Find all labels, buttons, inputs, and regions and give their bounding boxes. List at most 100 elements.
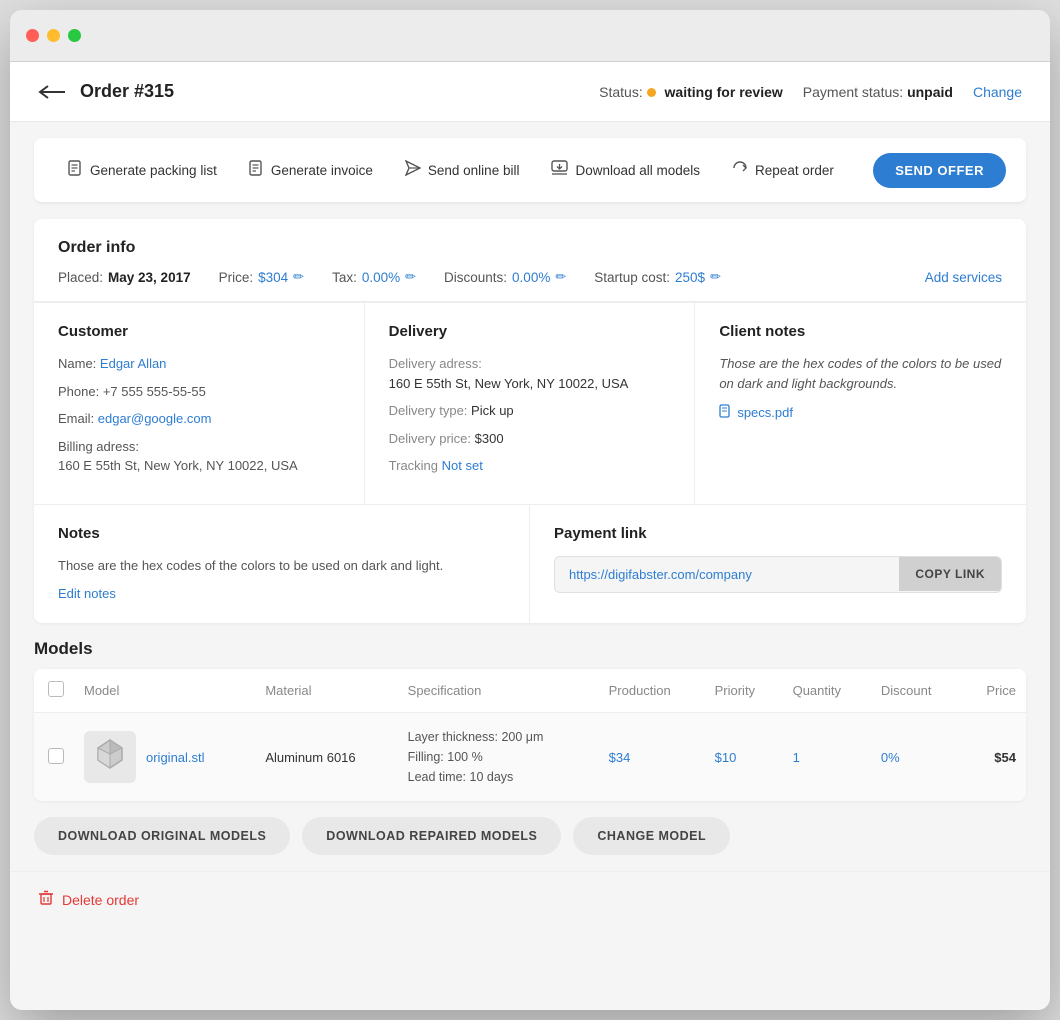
price-edit-icon[interactable]: ✏ (293, 269, 304, 285)
delivery-price-label: Delivery price: (389, 431, 471, 446)
three-col-section: Customer Name: Edgar Allan Phone: +7 555… (34, 302, 1026, 504)
priority-cell: $10 (705, 713, 783, 802)
customer-billing-row: Billing adress: 160 E 55th St, New York,… (58, 437, 340, 476)
priority-value[interactable]: $10 (715, 750, 737, 765)
edit-notes-link[interactable]: Edit notes (58, 586, 116, 601)
notes-section: Notes Those are the hex codes of the col… (34, 505, 530, 624)
generate-packing-list-label: Generate packing list (90, 163, 217, 178)
discount-value[interactable]: 0% (881, 750, 900, 765)
delivery-type-value: Pick up (471, 403, 514, 418)
price-cell: $54 (962, 713, 1026, 802)
repeat-order-button[interactable]: Repeat order (718, 152, 848, 188)
startup-cost-label: Startup cost: (594, 270, 670, 285)
fullscreen-button[interactable] (68, 29, 81, 42)
send-icon (405, 160, 421, 180)
tax-edit-icon[interactable]: ✏ (405, 269, 416, 285)
select-all-checkbox[interactable] (48, 681, 64, 697)
download-original-models-button[interactable]: DOWNLOAD ORIGINAL MODELS (34, 817, 290, 855)
download-icon (551, 160, 568, 180)
priority-column-header: Priority (705, 669, 783, 713)
discount-column-header: Discount (871, 669, 962, 713)
tax-value[interactable]: 0.00% (362, 270, 400, 285)
discount-cell: 0% (871, 713, 962, 802)
generate-invoice-label: Generate invoice (271, 163, 373, 178)
bottom-buttons: DOWNLOAD ORIGINAL MODELS DOWNLOAD REPAIR… (34, 817, 1026, 855)
placed-label: Placed: (58, 270, 103, 285)
price-value[interactable]: $304 (258, 270, 288, 285)
quantity-value[interactable]: 1 (793, 750, 800, 765)
delete-section: Delete order (10, 871, 1050, 927)
header-right: Status: waiting for review Payment statu… (599, 84, 1022, 100)
send-offer-button[interactable]: SEND OFFER (873, 153, 1006, 188)
discounts-label: Discounts: (444, 270, 507, 285)
payment-section: Payment link https://digifabster.com/com… (530, 505, 1026, 624)
document-icon (719, 404, 732, 421)
client-notes-title: Client notes (719, 323, 1002, 340)
send-online-bill-button[interactable]: Send online bill (391, 152, 534, 188)
discounts-value[interactable]: 0.00% (512, 270, 550, 285)
generate-packing-list-button[interactable]: Generate packing list (54, 152, 231, 188)
status-value: waiting for review (665, 84, 783, 100)
page-title: Order #315 (80, 81, 174, 102)
delivery-type-label: Delivery type: (389, 403, 468, 418)
copy-link-button[interactable]: COPY LINK (899, 557, 1001, 591)
quantity-cell: 1 (783, 713, 871, 802)
quantity-column-header: Quantity (783, 669, 871, 713)
minimize-button[interactable] (47, 29, 60, 42)
customer-section: Customer Name: Edgar Allan Phone: +7 555… (34, 303, 365, 504)
payment-status: Payment status: unpaid (803, 84, 953, 100)
production-column-header: Production (599, 669, 705, 713)
main-card: Order info Placed: May 23, 2017 Price: $… (34, 219, 1026, 623)
phone-value: +7 555 555-55-55 (103, 384, 206, 399)
production-value[interactable]: $34 (609, 750, 631, 765)
email-value[interactable]: edgar@google.com (98, 411, 212, 426)
billing-value: 160 E 55th St, New York, NY 10022, USA (58, 456, 340, 476)
delivery-tracking-label: Tracking (389, 458, 438, 473)
startup-cost-value[interactable]: 250$ (675, 270, 705, 285)
delete-order-button[interactable]: Delete order (38, 890, 139, 909)
model-filename[interactable]: original.stl (146, 750, 205, 765)
spec-text: Layer thickness: 200 μm Filling: 100 % L… (408, 727, 589, 787)
name-value[interactable]: Edgar Allan (100, 356, 167, 371)
model-name-cell: original.stl (84, 731, 245, 783)
download-repaired-models-button[interactable]: DOWNLOAD REPAIRED MODELS (302, 817, 561, 855)
billing-label: Billing adress: (58, 437, 340, 457)
discounts-edit-icon[interactable]: ✏ (555, 269, 566, 285)
placed-meta: Placed: May 23, 2017 (58, 270, 191, 285)
trash-icon (38, 890, 54, 909)
delivery-title: Delivery (389, 323, 671, 340)
delivery-address-row: Delivery adress: 160 E 55th St, New York… (389, 354, 671, 393)
price-meta: Price: $304 ✏ (219, 269, 304, 285)
discounts-meta: Discounts: 0.00% ✏ (444, 269, 566, 285)
row-price: $54 (994, 750, 1016, 765)
tax-label: Tax: (332, 270, 357, 285)
send-online-bill-label: Send online bill (428, 163, 520, 178)
delivery-price-value: $300 (475, 431, 504, 446)
material-cell: Aluminum 6016 (255, 713, 397, 802)
row-checkbox-cell (34, 713, 74, 802)
change-model-button[interactable]: CHANGE MODEL (573, 817, 730, 855)
layer-thickness: Layer thickness: 200 μm (408, 727, 589, 747)
row-checkbox[interactable] (48, 748, 64, 764)
change-link[interactable]: Change (973, 84, 1022, 100)
specs-link[interactable]: specs.pdf (719, 404, 1002, 421)
traffic-lights (26, 29, 81, 42)
generate-invoice-button[interactable]: Generate invoice (235, 152, 387, 188)
order-info-section: Order info Placed: May 23, 2017 Price: $… (34, 219, 1026, 302)
startup-cost-edit-icon[interactable]: ✏ (710, 269, 721, 285)
model-thumbnail (84, 731, 136, 783)
download-all-models-button[interactable]: Download all models (537, 152, 714, 188)
delivery-price-row: Delivery price: $300 (389, 429, 671, 449)
price-column-header: Price (962, 669, 1026, 713)
order-info-title: Order info (58, 239, 1002, 257)
add-services-link[interactable]: Add services (925, 270, 1002, 285)
startup-cost-meta: Startup cost: 250$ ✏ (594, 269, 721, 285)
close-button[interactable] (26, 29, 39, 42)
delivery-address-value: 160 E 55th St, New York, NY 10022, USA (389, 374, 671, 394)
order-meta: Placed: May 23, 2017 Price: $304 ✏ Tax: … (58, 269, 1002, 285)
back-button[interactable] (38, 84, 66, 100)
toolbar: Generate packing list Generate invoice (34, 138, 1026, 203)
delivery-tracking-value[interactable]: Not set (442, 458, 483, 473)
order-status: Status: waiting for review (599, 84, 783, 100)
table-row: original.stl Aluminum 6016 Layer thickne… (34, 713, 1026, 802)
